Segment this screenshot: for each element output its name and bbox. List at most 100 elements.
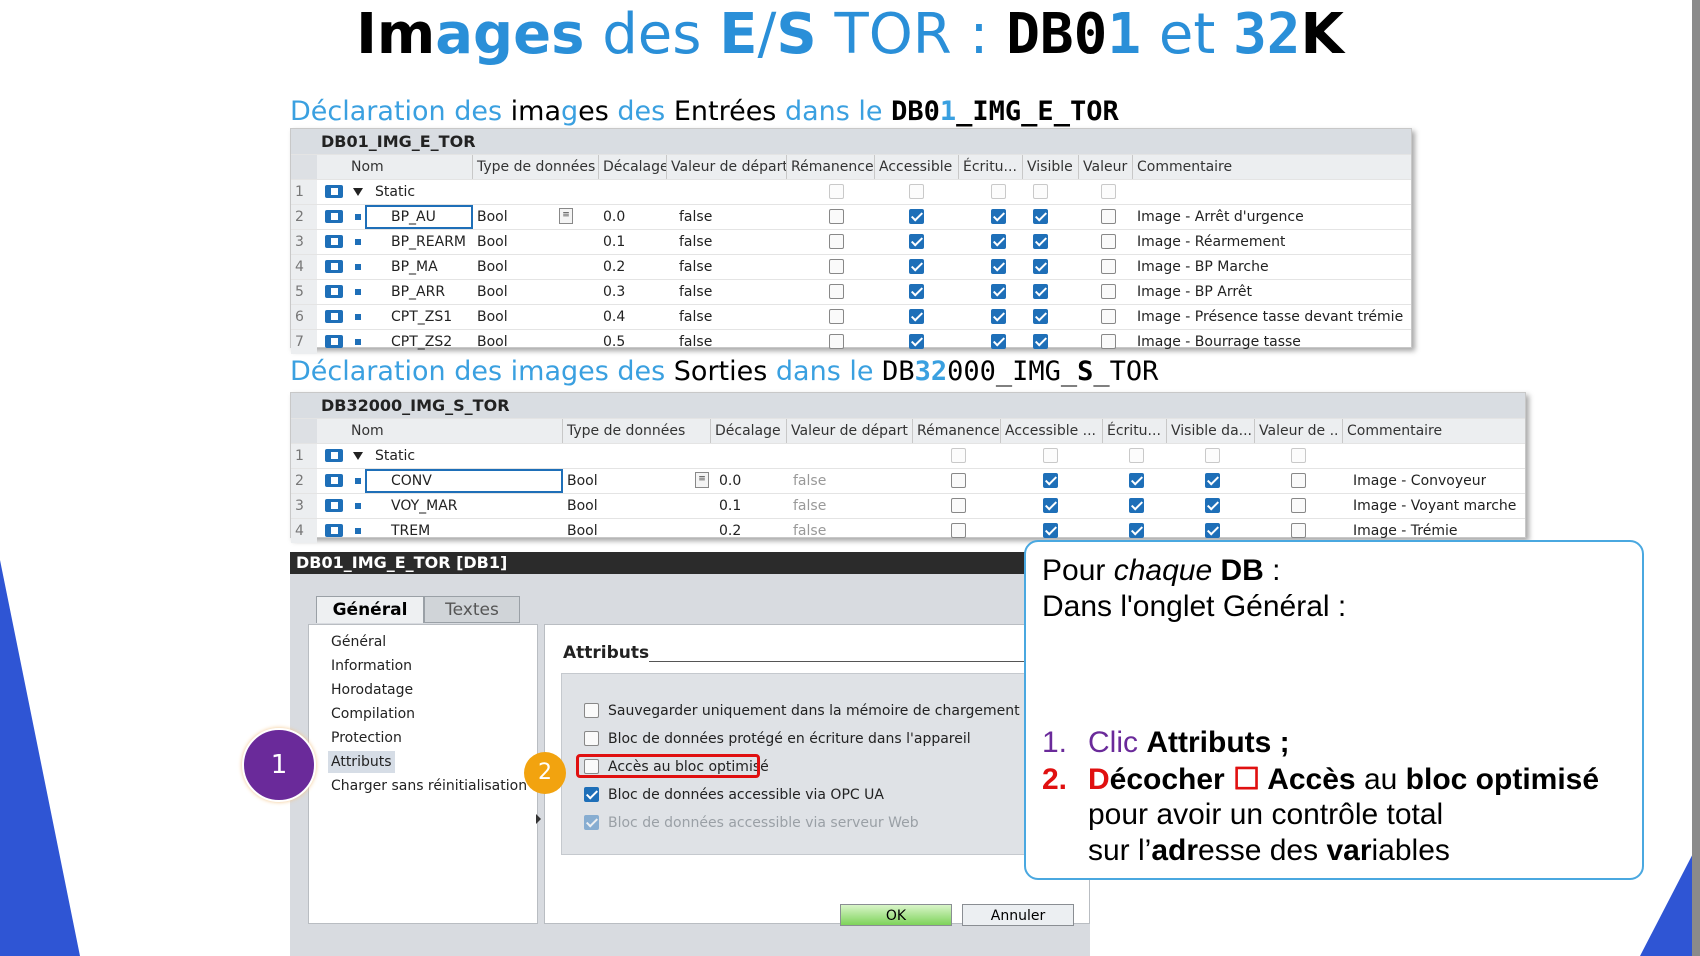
table-row[interactable]: 2 BP_AU Bool ≡ 0.0 false Image - Arrêt d'urgen… [291,204,1411,229]
var-name[interactable]: TREM [365,519,563,543]
var-name[interactable]: BP_AU [365,205,473,229]
tab-texts[interactable]: Textes [424,596,520,623]
checkbox[interactable] [1033,284,1048,299]
var-comment[interactable]: Image - BP Arrêt [1137,280,1252,304]
checkbox[interactable] [1101,334,1116,349]
var-type[interactable]: Bool [477,305,508,329]
table-row[interactable]: 5 BP_ARR Bool 0.3 false Image - BP Arrêt [291,279,1411,304]
checkbox[interactable] [909,284,924,299]
checkbox[interactable] [1043,523,1058,538]
var-comment[interactable]: Image - BP Marche [1137,255,1269,279]
var-start-value[interactable]: false [793,494,826,518]
var-name[interactable]: VOY_MAR [365,494,563,518]
col-header[interactable]: Commentaire [1343,419,1525,443]
checkbox[interactable] [991,334,1006,349]
var-comment[interactable]: Image - Réarmement [1137,230,1285,254]
var-start-value[interactable]: false [679,230,712,254]
table-row[interactable]: 3 VOY_MAR Bool 0.1 false Image - Voyant march… [291,493,1525,518]
var-name[interactable]: BP_REARM [365,230,473,254]
table-row-static[interactable]: 1 Static [291,443,1525,468]
checkbox[interactable] [1033,209,1048,224]
checkbox[interactable] [1205,473,1220,488]
checkbox[interactable] [909,209,924,224]
col-header[interactable]: Décalage [599,155,667,179]
checkbox[interactable] [1033,309,1048,324]
tab-general[interactable]: Général [316,596,424,623]
checkbox[interactable] [1291,523,1306,538]
checkbox[interactable] [1043,448,1058,463]
nav-item-attributes[interactable]: Attributs [328,751,395,773]
checkbox[interactable] [1205,448,1220,463]
var-type[interactable]: Bool [477,330,508,354]
col-header[interactable]: Commentaire [1133,155,1411,179]
checkbox[interactable] [991,209,1006,224]
var-name[interactable]: BP_ARR [365,280,473,304]
col-header[interactable]: Valeur de départ [787,419,913,443]
nav-item-information[interactable]: Information [331,655,412,677]
splitter-arrow-icon[interactable] [536,814,541,824]
table-row[interactable]: 4 BP_MA Bool 0.2 false Image - BP Marche [291,254,1411,279]
checkbox[interactable] [1129,523,1144,538]
nav-item-timestamp[interactable]: Horodatage [331,679,413,701]
checkbox[interactable] [991,259,1006,274]
col-header[interactable]: Valeur [1079,155,1133,179]
var-name[interactable]: CPT_ZS1 [365,305,473,329]
var-start-value[interactable]: false [679,205,712,229]
col-header[interactable]: Nom [347,155,473,179]
collapse-triangle-icon[interactable] [353,188,363,196]
checkbox[interactable] [1291,473,1306,488]
var-type[interactable]: Bool [477,280,508,304]
checkbox[interactable] [829,234,844,249]
checkbox[interactable] [951,498,966,513]
checkbox[interactable] [1205,523,1220,538]
checkbox[interactable] [909,234,924,249]
ok-button[interactable]: OK [840,904,952,926]
checkbox[interactable] [1101,184,1116,199]
table-row[interactable]: 7 CPT_ZS2 Bool 0.5 false Image - Bourrage tas… [291,329,1411,354]
var-start-value[interactable]: false [679,305,712,329]
checkbox[interactable] [1043,473,1058,488]
checkbox[interactable] [1101,209,1116,224]
col-header[interactable]: Valeur de départ [667,155,787,179]
checkbox[interactable] [829,284,844,299]
var-start-value[interactable]: false [793,469,826,493]
nav-item-load-without-reinit[interactable]: Charger sans réinitialisation [331,775,527,797]
checkbox[interactable] [829,259,844,274]
checkbox[interactable] [829,334,844,349]
var-type[interactable]: Bool [477,205,508,229]
table-row[interactable]: 3 BP_REARM Bool 0.1 false Image - Réarmement [291,229,1411,254]
checkbox[interactable] [829,209,844,224]
checkbox[interactable] [1129,498,1144,513]
checkbox[interactable] [1033,259,1048,274]
collapse-triangle-icon[interactable] [353,452,363,460]
checkbox[interactable] [584,703,599,718]
col-header[interactable]: Type de données [563,419,711,443]
checkbox[interactable] [951,448,966,463]
var-start-value[interactable]: false [679,280,712,304]
col-header[interactable]: Nom [347,419,563,443]
checkbox[interactable] [909,309,924,324]
checkbox[interactable] [1033,334,1048,349]
checkbox[interactable] [1101,234,1116,249]
checkbox[interactable] [991,184,1006,199]
checkbox[interactable] [909,184,924,199]
col-header[interactable]: Accessible ... [1001,419,1103,443]
checkbox[interactable] [991,309,1006,324]
checkbox[interactable] [584,731,599,746]
var-comment[interactable]: Image - Arrêt d'urgence [1137,205,1304,229]
var-start-value[interactable]: false [679,330,712,354]
checkbox[interactable] [951,473,966,488]
var-comment[interactable]: Image - Convoyeur [1353,469,1486,493]
type-list-icon[interactable]: ≡ [559,208,573,224]
var-comment[interactable]: Image - Présence tasse devant trémie [1137,305,1403,329]
checkbox[interactable] [951,523,966,538]
checkbox[interactable] [829,309,844,324]
table-row[interactable]: 6 CPT_ZS1 Bool 0.4 false Image - Présence tas… [291,304,1411,329]
checkbox[interactable] [1101,309,1116,324]
checkbox[interactable] [909,334,924,349]
cancel-button[interactable]: Annuler [962,904,1074,926]
checkbox[interactable] [1033,184,1048,199]
checkbox[interactable] [1129,473,1144,488]
var-comment[interactable]: Image - Voyant marche [1353,494,1516,518]
var-type[interactable]: Bool [477,255,508,279]
